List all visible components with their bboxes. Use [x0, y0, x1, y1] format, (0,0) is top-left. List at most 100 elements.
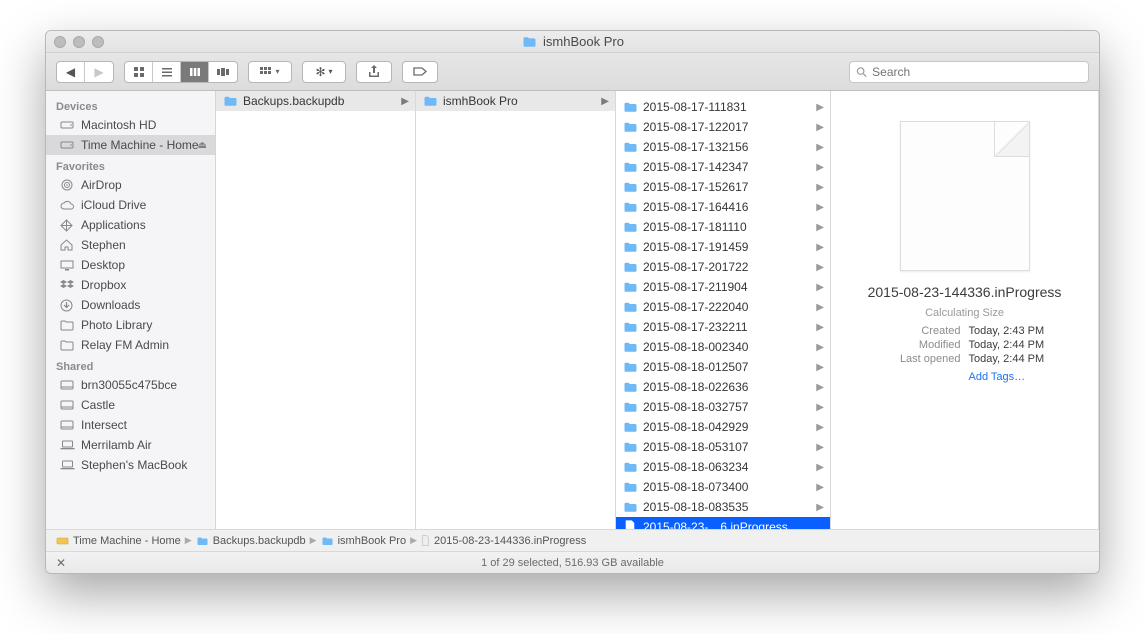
stop-button[interactable]: ✕ [56, 556, 66, 570]
status-bar: ✕ 1 of 29 selected, 516.93 GB available [46, 551, 1099, 573]
list-item[interactable]: 2015-08-18-063234▶ [616, 457, 830, 477]
path-crumb[interactable]: Backups.backupdb [196, 535, 306, 547]
meta-created-key: Created [847, 325, 961, 337]
arrange-button[interactable]: ▾ [249, 62, 291, 82]
list-item[interactable]: 2015-08-17-111831▶ [616, 97, 830, 117]
sidebar-item-label: brn30055c475bce [81, 378, 177, 392]
list-item[interactable]: 2015-08-17-232211▶ [616, 317, 830, 337]
sidebar-item[interactable]: Photo Library [46, 315, 215, 335]
main-body: DevicesMacintosh HDTime Machine - Home⏏F… [46, 91, 1099, 529]
folder-icon [622, 119, 638, 135]
folder-icon [622, 179, 638, 195]
chevron-right-icon: ▶ [816, 262, 824, 273]
chevron-right-icon: ▶ [816, 242, 824, 253]
view-columns-button[interactable] [181, 62, 209, 82]
sidebar-item[interactable]: Dropbox [46, 275, 215, 295]
back-button[interactable]: ◀ [57, 62, 85, 82]
list-item[interactable]: 2015-08-17-142347▶ [616, 157, 830, 177]
view-list-button[interactable] [153, 62, 181, 82]
minimize-window-button[interactable] [73, 36, 85, 48]
list-item[interactable]: 2015-08-17-152617▶ [616, 177, 830, 197]
list-item[interactable]: 2015-08-17-201722▶ [616, 257, 830, 277]
folder-icon [622, 499, 638, 515]
meta-created-val: Today, 2:43 PM [969, 325, 1083, 337]
sidebar-item[interactable]: Castle [46, 395, 215, 415]
path-crumb-label: Backups.backupdb [213, 535, 306, 547]
list-item[interactable]: 2015-08-18-032757▶ [616, 397, 830, 417]
list-item[interactable]: 2015-08-17-222040▶ [616, 297, 830, 317]
zoom-window-button[interactable] [92, 36, 104, 48]
remote-icon [60, 420, 75, 431]
list-item[interactable]: 2015-08-18-053107▶ [616, 437, 830, 457]
search-field[interactable] [849, 61, 1089, 83]
path-crumb[interactable]: Time Machine - Home [56, 535, 181, 547]
folder-icon [622, 339, 638, 355]
folder-icon [222, 93, 238, 109]
chevron-right-icon: ▶ [816, 502, 824, 513]
airdrop-icon [60, 178, 75, 192]
column-1[interactable]: ismhBook Pro ▶ [416, 91, 616, 529]
list-item[interactable]: ismhBook Pro ▶ [416, 91, 615, 111]
sidebar-item[interactable]: Stephen [46, 235, 215, 255]
preview-thumbnail [900, 121, 1030, 271]
forward-button[interactable]: ▶ [85, 62, 113, 82]
list-item[interactable]: 2015-08-17-132156▶ [616, 137, 830, 157]
folder-icon [622, 299, 638, 315]
chevron-right-icon: ▶ [816, 402, 824, 413]
list-item[interactable]: 2015-08-18-002340▶ [616, 337, 830, 357]
sidebar-item-label: Desktop [81, 258, 125, 272]
search-input[interactable] [872, 65, 1082, 79]
eject-icon[interactable]: ⏏ [198, 140, 207, 151]
list-item[interactable]: 2015-08-18-073400▶ [616, 477, 830, 497]
sidebar-item[interactable]: iCloud Drive [46, 195, 215, 215]
folder-icon [622, 419, 638, 435]
list-item[interactable]: 2015-08-23-…6.inProgress [616, 517, 830, 529]
view-icons-button[interactable] [125, 62, 153, 82]
chevron-right-icon: ▶ [816, 442, 824, 453]
hdd-icon [60, 119, 75, 131]
list-item[interactable]: 2015-08-18-022636▶ [616, 377, 830, 397]
list-item[interactable]: 2015-08-17-211904▶ [616, 277, 830, 297]
sidebar-item[interactable]: Merrilamb Air [46, 435, 215, 455]
sidebar-item[interactable]: Downloads [46, 295, 215, 315]
sidebar-item[interactable]: Relay FM Admin [46, 335, 215, 355]
chevron-right-icon: ▶ [601, 96, 609, 107]
close-window-button[interactable] [54, 36, 66, 48]
sidebar-item-label: Stephen's MacBook [81, 458, 187, 472]
column-0[interactable]: Backups.backupdb▶ [216, 91, 416, 529]
folder-icon [622, 399, 638, 415]
add-tags-button[interactable]: Add Tags… [969, 371, 1083, 383]
list-item[interactable]: 2015-08-17-164416▶ [616, 197, 830, 217]
sidebar-item[interactable]: Macintosh HD [46, 115, 215, 135]
list-item-label: ismhBook Pro [443, 94, 518, 108]
view-coverflow-button[interactable] [209, 62, 237, 82]
sidebar-item[interactable]: AirDrop [46, 175, 215, 195]
path-crumb[interactable]: ismhBook Pro [321, 535, 406, 547]
column-2[interactable]: 2015-08-17-111831▶2015-08-17-122017▶2015… [616, 91, 831, 529]
sidebar-item[interactable]: brn30055c475bce [46, 375, 215, 395]
sidebar-item[interactable]: Applications [46, 215, 215, 235]
folder-icon [622, 479, 638, 495]
list-item[interactable]: Backups.backupdb▶ [216, 91, 415, 111]
laptop-icon [60, 460, 75, 470]
list-item-label: 2015-08-17-181110 [643, 220, 747, 234]
list-item[interactable]: 2015-08-18-042929▶ [616, 417, 830, 437]
sidebar-item[interactable]: Time Machine - Home⏏ [46, 135, 215, 155]
list-item[interactable]: 2015-08-17-181110▶ [616, 217, 830, 237]
list-item[interactable]: 2015-08-18-012507▶ [616, 357, 830, 377]
share-button[interactable] [356, 61, 392, 83]
list-item[interactable]: 2015-08-18-083535▶ [616, 497, 830, 517]
tags-button[interactable] [402, 61, 438, 83]
sidebar-item[interactable]: Desktop [46, 255, 215, 275]
folder-g-icon [60, 340, 75, 351]
titlebar: ismhBook Pro [46, 31, 1099, 53]
sidebar-item[interactable]: Intersect [46, 415, 215, 435]
list-item[interactable]: 2015-08-17-191459▶ [616, 237, 830, 257]
path-crumb[interactable]: 2015-08-23-144336.inProgress [421, 535, 586, 547]
chevron-right-icon: ▶ [816, 202, 824, 213]
cloud-icon [60, 200, 75, 211]
apps-icon [60, 219, 75, 232]
sidebar-item[interactable]: Stephen's MacBook [46, 455, 215, 475]
list-item[interactable]: 2015-08-17-122017▶ [616, 117, 830, 137]
action-button[interactable]: ✻▾ [303, 62, 345, 82]
